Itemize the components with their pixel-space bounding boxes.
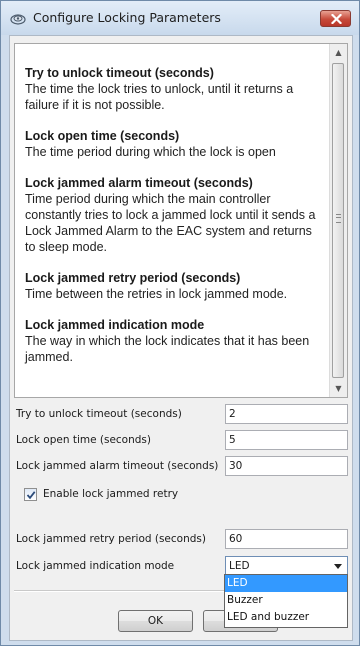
jammed-alarm-timeout-label: Lock jammed alarm timeout (seconds) xyxy=(16,460,219,472)
help-item-description: Time between the retries in lock jammed … xyxy=(25,287,288,301)
ok-button[interactable]: OK xyxy=(118,610,193,632)
indication-mode-dropdown-list: LED Buzzer LED and buzzer xyxy=(224,574,348,628)
enable-retry-label: Enable lock jammed retry xyxy=(43,488,179,500)
help-item-title: Try to unlock timeout (seconds) xyxy=(25,66,214,80)
scrollbar-thumb[interactable] xyxy=(332,63,344,378)
grip-icon xyxy=(336,214,341,223)
close-button[interactable] xyxy=(320,10,351,27)
dialog-title: Configure Locking Parameters xyxy=(33,10,221,25)
checkmark-icon xyxy=(26,491,36,500)
help-panel: Try to unlock timeout (seconds) The time… xyxy=(14,43,348,398)
dialog-window: Configure Locking Parameters Try to unlo… xyxy=(0,0,360,646)
title-bar[interactable]: Configure Locking Parameters xyxy=(1,1,359,35)
jammed-alarm-timeout-input[interactable]: 30 xyxy=(225,456,348,476)
scroll-up-arrow-icon[interactable]: ▲ xyxy=(330,44,347,61)
help-item-description: The time the lock tries to unlock, until… xyxy=(25,82,294,112)
help-item: Lock jammed indication mode The way in w… xyxy=(25,318,325,365)
unlock-timeout-label: Try to unlock timeout (seconds) xyxy=(16,408,182,420)
help-item-description: Time period during which the main contro… xyxy=(25,192,316,254)
dropdown-option-led[interactable]: LED xyxy=(225,575,347,592)
enable-retry-checkbox[interactable] xyxy=(24,488,37,501)
retry-period-label: Lock jammed retry period (seconds) xyxy=(16,533,206,545)
help-item: Lock open time (seconds) The time period… xyxy=(25,129,325,160)
scroll-down-arrow-icon[interactable]: ▼ xyxy=(330,380,347,397)
lock-settings-icon xyxy=(10,14,26,25)
open-time-input[interactable]: 5 xyxy=(225,430,348,450)
close-icon xyxy=(331,14,342,24)
chevron-down-icon xyxy=(334,564,342,569)
help-content: Try to unlock timeout (seconds) The time… xyxy=(25,66,325,381)
help-item-title: Lock jammed indication mode xyxy=(25,318,205,332)
help-scrollbar[interactable]: ▲ ▼ xyxy=(329,44,347,397)
indication-mode-value: LED xyxy=(229,560,250,572)
indication-mode-label: Lock jammed indication mode xyxy=(16,560,175,572)
help-item: Lock jammed alarm timeout (seconds) Time… xyxy=(25,176,325,255)
help-item-description: The time period during which the lock is… xyxy=(25,145,276,159)
help-item-title: Lock open time (seconds) xyxy=(25,129,180,143)
open-time-label: Lock open time (seconds) xyxy=(16,434,151,446)
help-item-title: Lock jammed retry period (seconds) xyxy=(25,271,241,285)
dropdown-option-buzzer[interactable]: Buzzer xyxy=(225,592,347,609)
unlock-timeout-input[interactable]: 2 xyxy=(225,404,348,424)
dialog-body: Try to unlock timeout (seconds) The time… xyxy=(9,35,353,641)
retry-period-input[interactable]: 60 xyxy=(225,529,348,549)
help-item-title: Lock jammed alarm timeout (seconds) xyxy=(25,176,253,190)
dropdown-option-led-and-buzzer[interactable]: LED and buzzer xyxy=(225,609,347,626)
help-item-description: The way in which the lock indicates that… xyxy=(25,334,310,364)
help-item: Lock jammed retry period (seconds) Time … xyxy=(25,271,325,302)
indication-mode-select[interactable]: LED xyxy=(225,556,348,576)
help-item: Try to unlock timeout (seconds) The time… xyxy=(25,66,325,113)
